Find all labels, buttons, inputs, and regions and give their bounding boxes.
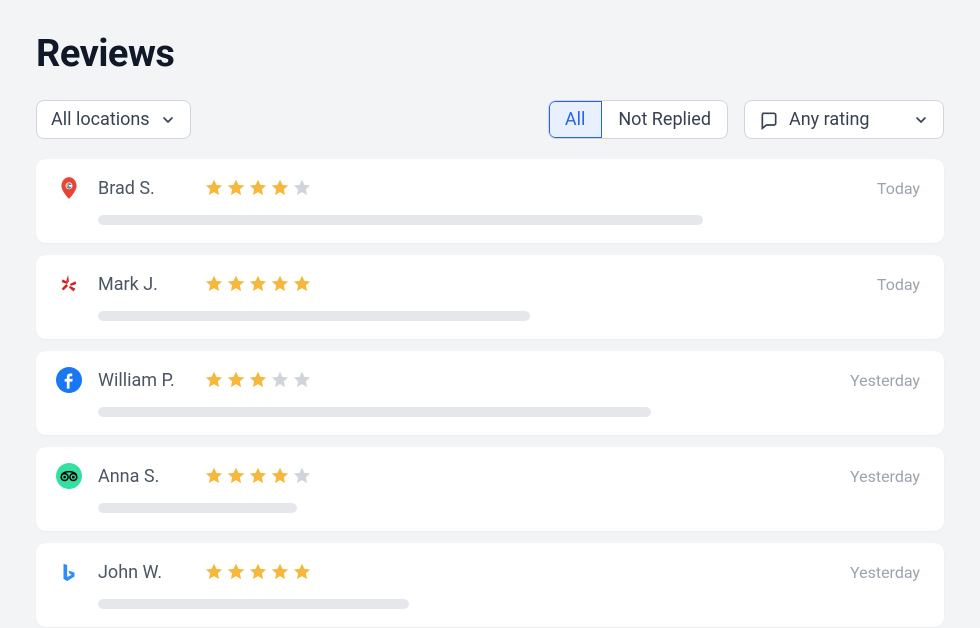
review-card[interactable]: Brad S. Today [36,159,944,243]
location-filter-dropdown[interactable]: All locations [36,100,191,139]
location-filter-label: All locations [51,109,150,130]
rating-filter-dropdown[interactable]: Any rating [744,100,944,139]
reviewer-name: Brad S. [98,178,188,199]
star-icon [292,562,312,582]
star-icon [226,562,246,582]
star-icon [226,178,246,198]
star-icon [248,274,268,294]
review-body-placeholder [98,311,530,321]
star-icon [292,274,312,294]
star-icon [292,178,312,198]
star-icon [270,274,290,294]
rating-icon [759,110,779,130]
star-icon [226,370,246,390]
star-rating [204,178,312,198]
star-rating [204,370,312,390]
review-card[interactable]: William P. Yesterday [36,351,944,435]
facebook-icon [56,367,82,393]
segment-not-replied[interactable]: Not Replied [602,101,727,138]
star-icon [204,178,224,198]
review-header: William P. Yesterday [56,367,920,393]
star-icon [270,466,290,486]
review-header: Brad S. Today [56,175,920,201]
review-card[interactable]: John W. Yesterday [36,543,944,627]
reviewer-name: Mark J. [98,274,188,295]
star-icon [248,370,268,390]
star-icon [248,562,268,582]
star-rating [204,466,312,486]
star-icon [248,466,268,486]
star-icon [204,274,224,294]
star-icon [204,370,224,390]
star-icon [226,274,246,294]
reviewer-name: John W. [98,562,188,583]
star-icon [270,370,290,390]
star-icon [204,466,224,486]
review-time: Today [877,275,920,294]
chevron-down-icon [913,112,929,128]
bing-icon [56,559,82,585]
star-icon [292,370,312,390]
star-icon [270,562,290,582]
rating-filter-label: Any rating [789,109,870,130]
star-icon [270,178,290,198]
review-card[interactable]: Anna S. Yesterday [36,447,944,531]
star-icon [292,466,312,486]
google-icon [56,175,82,201]
star-icon [204,562,224,582]
filter-toolbar: All locations All Not Replied Any rating [36,100,944,139]
review-body-placeholder [98,407,651,417]
review-time: Today [877,179,920,198]
star-rating [204,562,312,582]
reviewer-name: William P. [98,370,188,391]
review-card[interactable]: Mark J. Today [36,255,944,339]
review-body-placeholder [98,503,297,513]
star-icon [248,178,268,198]
review-time: Yesterday [850,563,920,582]
review-header: John W. Yesterday [56,559,920,585]
review-time: Yesterday [850,371,920,390]
reviewer-name: Anna S. [98,466,188,487]
chevron-down-icon [160,112,176,128]
yelp-icon [56,271,82,297]
page-title: Reviews [36,32,944,76]
review-list: Brad S. Today Mark J. Today William P. Yester… [36,159,944,627]
review-header: Anna S. Yesterday [56,463,920,489]
review-body-placeholder [98,215,703,225]
review-time: Yesterday [850,467,920,486]
star-icon [226,466,246,486]
star-rating [204,274,312,294]
segment-all[interactable]: All [549,101,603,138]
tripadvisor-icon [56,463,82,489]
review-body-placeholder [98,599,409,609]
reply-filter-segmented: All Not Replied [548,100,728,139]
review-header: Mark J. Today [56,271,920,297]
